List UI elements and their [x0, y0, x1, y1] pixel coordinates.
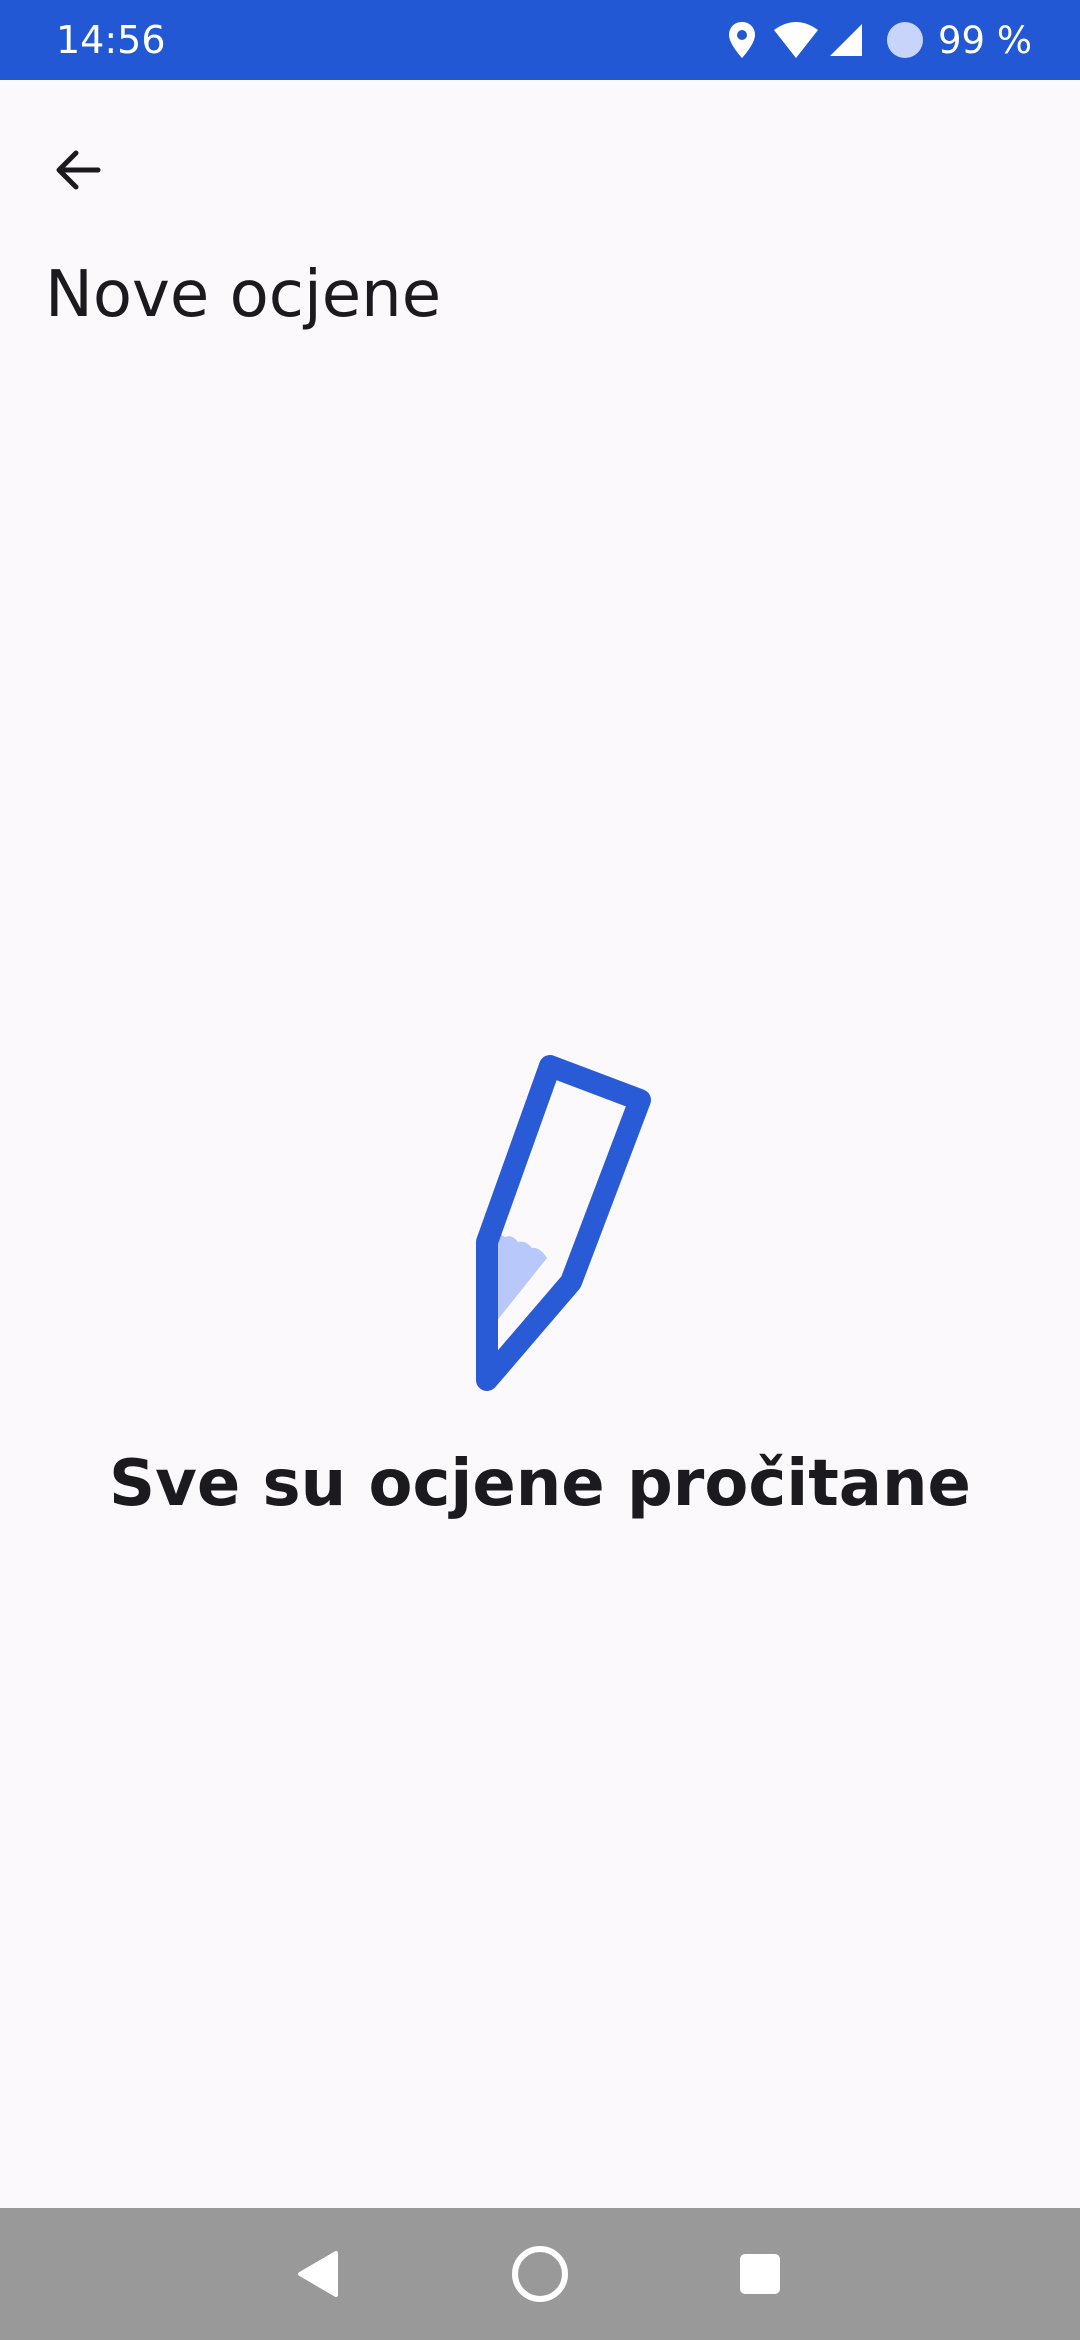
- wifi-icon: [774, 22, 818, 58]
- recents-square-icon: [740, 2254, 780, 2294]
- status-bar: 14:56 99 %: [0, 0, 1080, 80]
- nav-recents-button[interactable]: [712, 2226, 808, 2322]
- status-icons: 99 %: [726, 14, 1032, 66]
- arrow-back-icon: [56, 150, 101, 190]
- back-triangle-icon: [298, 2251, 338, 2297]
- home-circle-icon: [512, 2246, 568, 2302]
- empty-state-illustration: [460, 1052, 660, 1397]
- cell-signal-icon: [830, 24, 862, 56]
- navigation-bar: [0, 2208, 1080, 2340]
- page-title: Nove ocjene: [45, 258, 442, 332]
- status-time: 14:56: [56, 18, 166, 62]
- nav-back-button[interactable]: [270, 2226, 366, 2322]
- back-button[interactable]: [34, 126, 122, 214]
- pencil-icon: [476, 1055, 651, 1391]
- battery-percentage: 99 %: [938, 18, 1032, 62]
- circle-status-icon: [887, 22, 923, 58]
- empty-state-message: Sve su ocjene pročitane: [109, 1447, 971, 1521]
- nav-home-button[interactable]: [492, 2226, 588, 2322]
- location-icon: [729, 22, 755, 58]
